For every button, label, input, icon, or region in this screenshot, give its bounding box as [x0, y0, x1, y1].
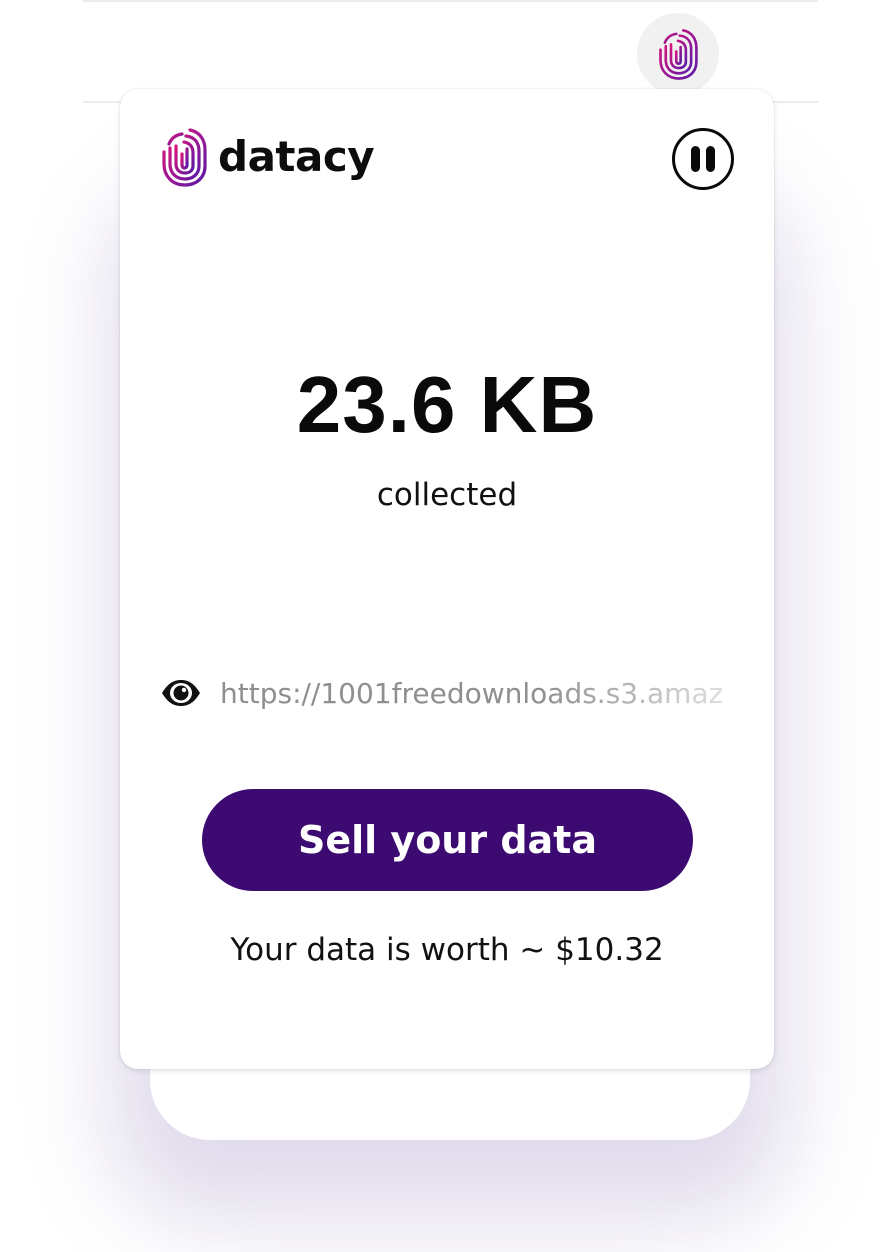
eye-icon [162, 680, 200, 706]
pause-icon-bar [706, 146, 715, 172]
data-worth-text: Your data is worth ~ $10.32 [230, 932, 664, 968]
brand-name: datacy [218, 132, 375, 181]
fingerprint-icon [162, 128, 207, 187]
collected-caption: collected [376, 477, 518, 513]
sell-data-button[interactable]: Sell your data [202, 789, 693, 891]
collected-amount: 23.6 KB [296, 360, 598, 449]
tracked-url-row: https://1001freedownloads.s3.amaz [160, 669, 774, 717]
extension-popup: datacy 23.6 KB collected https://1001fre… [120, 89, 774, 1069]
extension-toolbar-button[interactable] [637, 13, 719, 95]
pause-icon [691, 146, 700, 172]
current-url: https://1001freedownloads.s3.amaz [220, 676, 724, 710]
pause-button[interactable] [672, 128, 734, 190]
brand: datacy [160, 126, 375, 188]
browser-toolbar-divider-top [83, 0, 818, 2]
fingerprint-icon [659, 29, 698, 80]
